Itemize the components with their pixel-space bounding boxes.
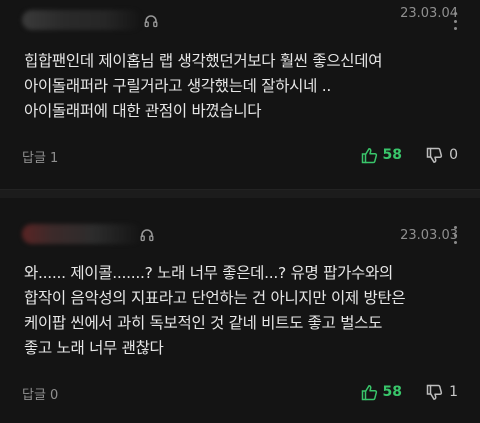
like-count: 58 [382,384,402,400]
reply-button[interactable]: 답글 0 [22,384,58,403]
blurred-username [22,10,142,30]
comment-line: 아이돌래퍼에 대한 관점이 바꼈습니다 [24,102,262,120]
dislike-count: 0 [449,147,458,163]
comment-date: 23.03.03 [400,228,458,243]
comment-item: 23.03.04 힙합팬인데 제이홉님 랩 생각했던거보다 훨씬 좋으신데여 아… [0,0,480,186]
comment-item: 23.03.03 와...... 제이콜.......? 노래 너무 좋은데..… [0,198,480,423]
comment-footer: 답글 1 58 0 [22,145,458,167]
comment-header [22,8,458,34]
comment-body: 와...... 제이콜.......? 노래 너무 좋은데...? 유명 팝가수… [24,261,464,361]
like-button[interactable]: 58 [361,382,402,402]
comment-line: 합작이 음악성의 지표라고 단언하는 건 아니지만 이제 방탄은 [24,289,406,307]
dislike-button[interactable]: 1 [426,382,458,402]
comment-divider [0,189,480,198]
comment-date: 23.03.04 [400,6,458,21]
dislike-count: 1 [449,384,458,400]
like-button[interactable]: 58 [361,145,402,165]
comment-line: 케이팝 씬에서 과히 독보적인 것 같네 비트도 좋고 벌스도 [24,314,383,332]
reply-button[interactable]: 답글 1 [22,147,58,166]
thumbs-up-icon [361,384,377,400]
like-count: 58 [382,147,402,163]
headset-icon [144,15,158,28]
comment-body: 힙합팬인데 제이홉님 랩 생각했던거보다 훨씬 좋으신데여 아이돌래퍼라 구릴거… [24,49,464,124]
comment-line: 힙합팬인데 제이홉님 랩 생각했던거보다 훨씬 좋으신데여 [24,52,383,70]
blurred-username [22,224,142,244]
thumbs-up-icon [361,147,377,163]
comment-line: 와...... 제이콜.......? 노래 너무 좋은데...? 유명 팝가수… [24,264,393,282]
headset-icon [140,229,154,242]
comment-header [22,222,458,248]
comment-line: 아이돌래퍼라 구릴거라고 생각했는데 잘하시네 .. [24,77,331,95]
thumbs-down-icon [426,384,443,400]
comment-footer: 답글 0 58 1 [22,382,458,404]
comment-line: 좋고 노래 너무 괜찮다 [24,339,164,357]
thumbs-down-icon [426,147,443,163]
dislike-button[interactable]: 0 [426,145,458,165]
